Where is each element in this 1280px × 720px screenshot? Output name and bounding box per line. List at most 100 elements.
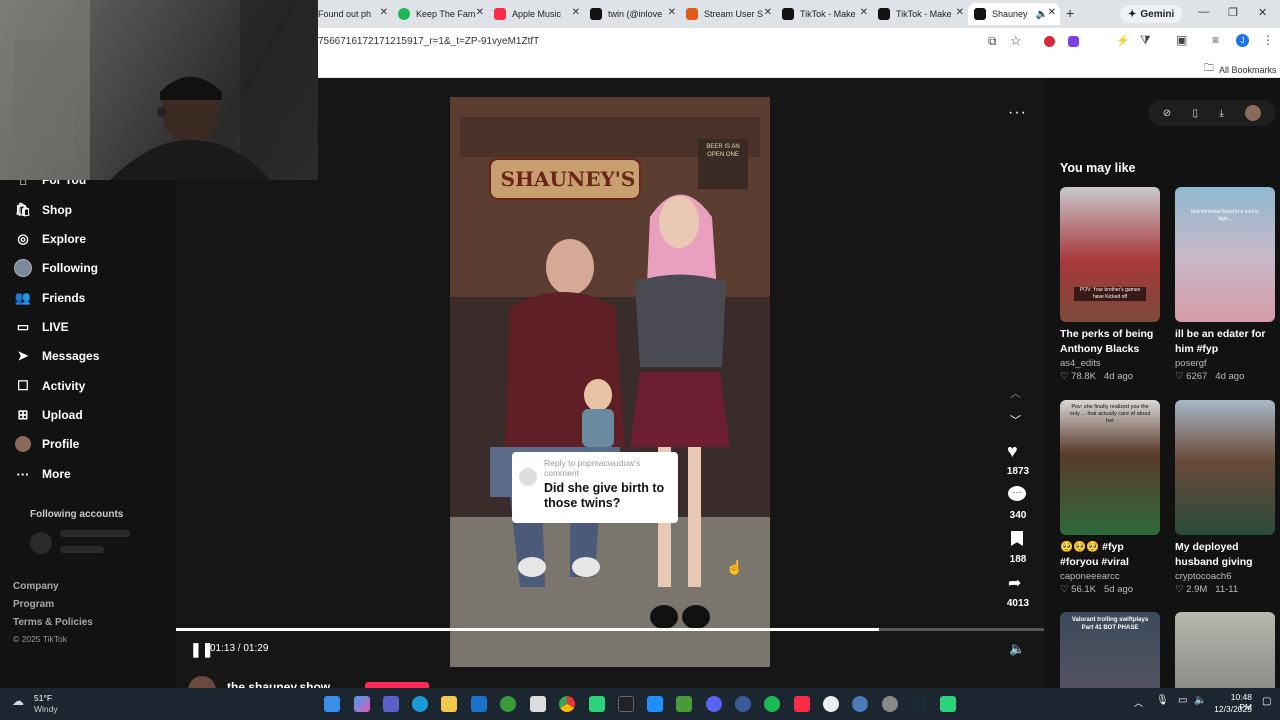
extension-icon[interactable] xyxy=(1068,36,1079,47)
bookmark-star-icon[interactable]: ☆ xyxy=(1010,33,1022,49)
url-input[interactable]: 7566716172171215917_r=1&_t=ZP-91vyeM1Ztf… xyxy=(318,36,539,47)
video-player[interactable]: SHAUNEY'S BEER IS AN OPEN ONE Reply to p… xyxy=(450,97,770,667)
side-panel-icon[interactable]: ▣ xyxy=(1176,33,1187,47)
minecraft-icon[interactable] xyxy=(676,696,692,712)
close-window-button[interactable]: ✕ xyxy=(1258,6,1267,19)
close-icon[interactable]: ✕ xyxy=(956,7,964,18)
suggested-video-card[interactable]: POV: Your brother's games have Kicked of… xyxy=(1060,187,1160,382)
extension-icon[interactable]: ⚡ xyxy=(1116,34,1130,47)
cursor-icon: ☝ xyxy=(726,559,744,575)
network-icon[interactable]: ▭ xyxy=(1178,695,1187,706)
close-icon[interactable]: ✕ xyxy=(1048,7,1056,18)
browser-tab-active[interactable]: Shauney 🔈 ✕ xyxy=(968,3,1060,25)
sidebar-item-messages[interactable]: ➤ Messages xyxy=(14,344,100,368)
user-avatar[interactable] xyxy=(1245,105,1262,121)
minimize-button[interactable]: — xyxy=(1198,6,1209,18)
chrome-icon[interactable] xyxy=(559,696,575,712)
tray-chevron-icon[interactable]: ︿ xyxy=(1134,696,1143,709)
download-icon[interactable]: ⤓ xyxy=(1219,108,1223,119)
xbox-icon[interactable] xyxy=(500,696,516,712)
share-icon[interactable]: ➦ xyxy=(1008,573,1021,593)
browser-tab[interactable]: TikTok - Make ✕ xyxy=(776,3,872,25)
sidebar-item-upload[interactable]: ⊞ Upload xyxy=(14,403,83,427)
autoscroll-icon[interactable]: ⊘ xyxy=(1163,108,1171,119)
extension-icon[interactable] xyxy=(1044,36,1055,47)
media-icon[interactable]: ≡ xyxy=(1212,33,1219,47)
epic-games-icon[interactable] xyxy=(618,696,634,712)
close-icon[interactable]: ✕ xyxy=(380,7,388,18)
volume-icon[interactable]: 🔈 xyxy=(1194,695,1206,706)
windows-start-icon[interactable] xyxy=(324,696,340,712)
comment-icon[interactable]: ··· xyxy=(1008,486,1026,501)
volume-icon[interactable]: 🔈 xyxy=(1009,641,1025,657)
sidebar-item-live[interactable]: ▭ LIVE xyxy=(14,315,69,339)
folder-icon: 🗀 xyxy=(1204,63,1214,74)
footer-link-terms[interactable]: Terms & Policies xyxy=(13,617,93,628)
gemini-button[interactable]: ✦ Gemini xyxy=(1120,5,1183,23)
all-bookmarks[interactable]: 🗀 All Bookmarks xyxy=(1204,61,1277,78)
sidebar-item-following[interactable]: Following xyxy=(14,256,98,280)
spotify-icon[interactable] xyxy=(764,696,780,712)
sidebar-item-activity[interactable]: ☐ Activity xyxy=(14,374,85,398)
app-icon[interactable] xyxy=(823,696,839,712)
close-icon[interactable]: ✕ xyxy=(476,7,484,18)
menu-icon[interactable]: ⋮ xyxy=(1262,33,1274,47)
browser-tab[interactable]: Found out ph ✕ xyxy=(312,3,392,25)
footer-link-company[interactable]: Company xyxy=(13,581,59,592)
video-progress-track[interactable] xyxy=(176,628,1044,631)
copilot-icon[interactable] xyxy=(354,696,370,712)
store-icon[interactable] xyxy=(530,696,546,712)
app-icon[interactable] xyxy=(647,696,663,712)
footer-link-program[interactable]: Program xyxy=(13,599,54,610)
new-tab-button[interactable]: + xyxy=(1066,5,1074,21)
suggested-video-card[interactable]: My deployed husband giving the... crypto… xyxy=(1175,400,1275,595)
app-icon[interactable] xyxy=(589,696,605,712)
device-icon[interactable]: ▯ xyxy=(1193,108,1199,119)
scroll-down-icon[interactable]: ﹀ xyxy=(1010,412,1021,428)
file-explorer-icon[interactable] xyxy=(441,696,457,712)
suggested-video-card[interactable] xyxy=(1175,612,1275,688)
apple-music-icon[interactable] xyxy=(794,696,810,712)
speaker-icon[interactable]: 🔈 xyxy=(1036,9,1048,20)
edge-icon[interactable] xyxy=(412,696,428,712)
mic-icon[interactable]: 🎙 xyxy=(1156,695,1169,706)
browser-tab[interactable]: Keep The Fam ✕ xyxy=(392,3,488,25)
suggested-video-card[interactable]: Pov: she finally realized you the only .… xyxy=(1060,400,1160,595)
restore-button[interactable]: ❐ xyxy=(1228,6,1238,19)
close-icon[interactable]: ✕ xyxy=(860,7,868,18)
sidebar-item-friends[interactable]: 👥 Friends xyxy=(14,286,85,310)
browser-tab[interactable]: Stream User S ✕ xyxy=(680,3,776,25)
suggested-video-card[interactable]: Valorant trolling swiftplays Part 41 BOT… xyxy=(1060,612,1160,688)
outlook-icon[interactable] xyxy=(471,696,487,712)
close-icon[interactable]: ✕ xyxy=(764,7,772,18)
app-icon[interactable] xyxy=(852,696,868,712)
browser-tab[interactable]: twin (@inlove ✕ xyxy=(584,3,680,25)
sidebar-item-explore[interactable]: ◎ Explore xyxy=(14,227,86,251)
profile-avatar[interactable]: J xyxy=(1236,34,1249,47)
notification-icon[interactable]: ▢ xyxy=(1262,696,1271,707)
suggested-video-card[interactable]: that immortal found in a soul is high...… xyxy=(1175,187,1275,382)
install-icon[interactable]: ⧉ xyxy=(988,34,997,49)
close-icon[interactable]: ✕ xyxy=(572,7,580,18)
sidebar-item-profile[interactable]: Profile xyxy=(14,432,79,456)
video-author[interactable]: posergf xyxy=(1175,358,1275,369)
app-icon[interactable] xyxy=(735,696,751,712)
extensions-icon[interactable]: ⧩ xyxy=(1140,33,1151,48)
steam-icon[interactable] xyxy=(911,696,927,712)
more-options-icon[interactable]: ··· xyxy=(1008,104,1027,122)
app-icon[interactable] xyxy=(940,696,956,712)
sidebar-item-more[interactable]: ··· More xyxy=(14,462,71,486)
video-author[interactable]: cryptocoach6 xyxy=(1175,571,1275,582)
video-author[interactable]: caponeeearcc xyxy=(1060,571,1160,582)
clock-date[interactable]: 12/3/2025 xyxy=(1212,704,1252,714)
browser-tab[interactable]: Apple Music ✕ xyxy=(488,3,584,25)
teams-icon[interactable] xyxy=(383,696,399,712)
sidebar-item-shop[interactable]: 🛍 Shop xyxy=(14,198,72,222)
scroll-up-icon[interactable]: ︿ xyxy=(1010,385,1021,401)
heart-icon[interactable]: ♥ xyxy=(1007,441,1018,462)
browser-tab[interactable]: TikTok - Make ✕ xyxy=(872,3,968,25)
close-icon[interactable]: ✕ xyxy=(668,7,676,18)
discord-icon[interactable] xyxy=(706,696,722,712)
video-author[interactable]: as4_edits xyxy=(1060,358,1160,369)
settings-icon[interactable] xyxy=(882,696,898,712)
